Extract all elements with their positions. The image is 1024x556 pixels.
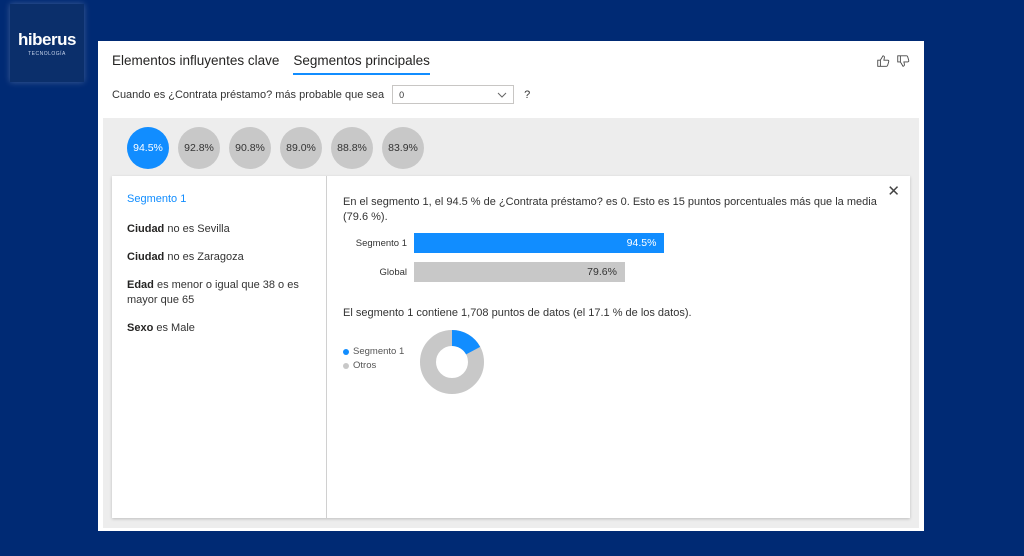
key-influencers-panel: Elementos influyentes clave Segmentos pr… xyxy=(98,41,924,531)
segment-bubbles: 94.5% 92.8% 90.8% 89.0% 88.8% 83.9% xyxy=(127,127,424,169)
bar-value: 79.6% xyxy=(587,266,617,278)
thumbs-down-icon[interactable] xyxy=(896,54,910,71)
value-dropdown[interactable]: 0 xyxy=(392,85,515,104)
segment-conditions: Segmento 1 Ciudad no es Sevilla Ciudad n… xyxy=(112,176,327,518)
segments-area: 94.5% 92.8% 90.8% 89.0% 88.8% 83.9% Segm… xyxy=(103,118,919,528)
bar-row-global: Global 79.6% xyxy=(343,262,679,282)
legend-dot xyxy=(343,348,349,355)
segment-bubble[interactable]: 83.9% xyxy=(382,127,424,169)
segment-detail-card: Segmento 1 Ciudad no es Sevilla Ciudad n… xyxy=(112,176,910,518)
condition-item: Sexo es Male xyxy=(127,321,311,336)
segment-title: Segmento 1 xyxy=(127,193,187,205)
question-label: Cuando es ¿Contrata préstamo? más probab… xyxy=(112,88,385,101)
tab-bar: Elementos influyentes clave Segmentos pr… xyxy=(112,53,430,75)
tab-key-influencers[interactable]: Elementos influyentes clave xyxy=(112,53,279,75)
legend-label: Otros xyxy=(353,360,377,371)
bar-label: Global xyxy=(379,266,407,278)
bar-label: Segmento 1 xyxy=(355,237,407,249)
condition-item: Ciudad no es Sevilla xyxy=(127,222,311,237)
segment-bubble[interactable]: 90.8% xyxy=(229,127,271,169)
condition-field: Edad xyxy=(127,279,154,291)
chevron-down-icon xyxy=(497,90,507,100)
segment-bar: 94.5% xyxy=(414,233,665,253)
bar-row-segment: Segmento 1 94.5% xyxy=(343,233,679,253)
donut-legend: Segmento 1 Otros xyxy=(343,346,404,374)
legend-dot xyxy=(343,362,349,369)
condition-field: Ciudad xyxy=(127,251,165,263)
help-icon[interactable]: ? xyxy=(524,89,530,101)
segment-bubble[interactable]: 89.0% xyxy=(280,127,322,169)
segment-description: En el segmento 1, el 94.5 % de ¿Contrata… xyxy=(343,196,877,223)
legend-item: Segmento 1 xyxy=(343,346,404,357)
condition-text: no es Zaragoza xyxy=(167,251,244,263)
segment-share-donut xyxy=(420,330,484,394)
condition-item: Ciudad no es Zaragoza xyxy=(127,250,311,265)
condition-field: Sexo xyxy=(127,322,154,334)
feedback-buttons xyxy=(876,54,910,71)
close-icon[interactable]: ✕ xyxy=(887,182,900,200)
hiberus-logo: hiberus TECNOLOGÍA xyxy=(10,4,84,82)
bar-value: 94.5% xyxy=(626,237,657,249)
segment-bubble[interactable]: 92.8% xyxy=(178,127,220,169)
tab-top-segments[interactable]: Segmentos principales xyxy=(293,53,430,75)
segment-size-description: El segmento 1 contiene 1,708 puntos de d… xyxy=(343,307,692,319)
logo-brand: hiberus xyxy=(18,29,76,49)
condition-text: no es Sevilla xyxy=(167,223,230,235)
thumbs-up-icon[interactable] xyxy=(876,54,890,71)
question-row: Cuando es ¿Contrata préstamo? más probab… xyxy=(112,85,530,104)
legend-label: Segmento 1 xyxy=(353,346,405,357)
dropdown-value: 0 xyxy=(399,89,405,100)
condition-text: es Male xyxy=(156,322,195,334)
segment-bubble[interactable]: 88.8% xyxy=(331,127,373,169)
segment-bubble[interactable]: 94.5% xyxy=(127,127,169,169)
legend-item: Otros xyxy=(343,360,404,371)
logo-sub: TECNOLOGÍA xyxy=(28,50,66,57)
segment-stats: ✕ En el segmento 1, el 94.5 % de ¿Contra… xyxy=(327,176,910,518)
condition-item: Edad es menor o igual que 38 o es mayor … xyxy=(127,278,311,308)
condition-field: Ciudad xyxy=(127,223,165,235)
global-bar: 79.6% xyxy=(414,262,625,282)
